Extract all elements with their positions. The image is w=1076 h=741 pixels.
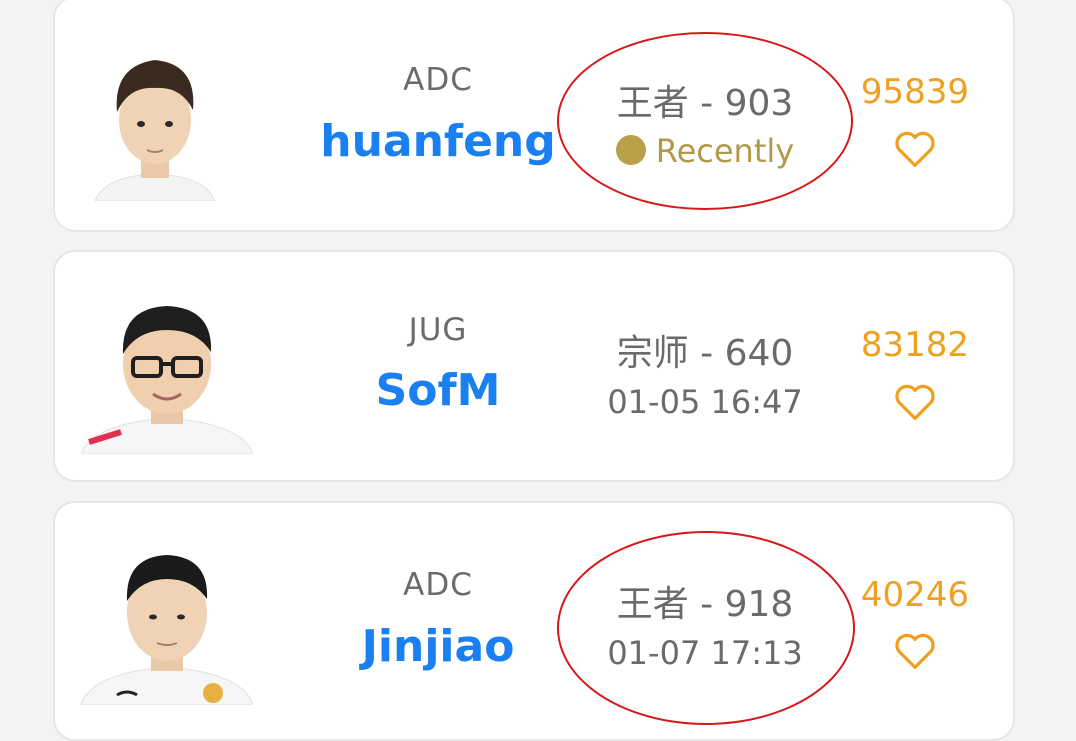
heart-outline-icon[interactable] <box>893 631 937 671</box>
like-count: 95839 <box>860 72 970 112</box>
player-last-seen: 01-05 16:47 <box>607 383 803 421</box>
player-status: Recently <box>560 132 850 170</box>
player-name[interactable]: huanfeng <box>293 116 583 167</box>
player-card[interactable]: JUG SofM 宗师 - 640 01-05 16:47 83182 <box>53 250 1015 482</box>
player-role: ADC <box>403 62 473 98</box>
like-count: 83182 <box>860 325 970 365</box>
player-avatar <box>81 533 253 705</box>
player-card[interactable]: ADC huanfeng 王者 - 903 Recently 95839 <box>53 0 1015 232</box>
player-name[interactable]: SofM <box>293 365 583 416</box>
player-avatar <box>85 38 225 201</box>
player-rank: 王者 - 918 <box>616 584 794 625</box>
status-dot-icon <box>615 135 646 165</box>
heart-outline-icon[interactable] <box>893 129 937 169</box>
like-count: 40246 <box>860 575 970 615</box>
status-text: Recently <box>655 132 795 170</box>
player-name[interactable]: Jinjiao <box>293 621 583 672</box>
heart-outline-icon[interactable] <box>893 382 937 422</box>
player-role: ADC <box>403 567 473 603</box>
player-rank: 宗师 - 640 <box>616 333 794 374</box>
player-rank: 王者 - 903 <box>616 83 794 124</box>
player-last-seen: 01-07 17:13 <box>607 634 803 672</box>
player-avatar <box>81 294 253 454</box>
player-card[interactable]: ADC Jinjiao 王者 - 918 01-07 17:13 40246 <box>53 501 1015 741</box>
player-role: JUG <box>408 312 468 348</box>
